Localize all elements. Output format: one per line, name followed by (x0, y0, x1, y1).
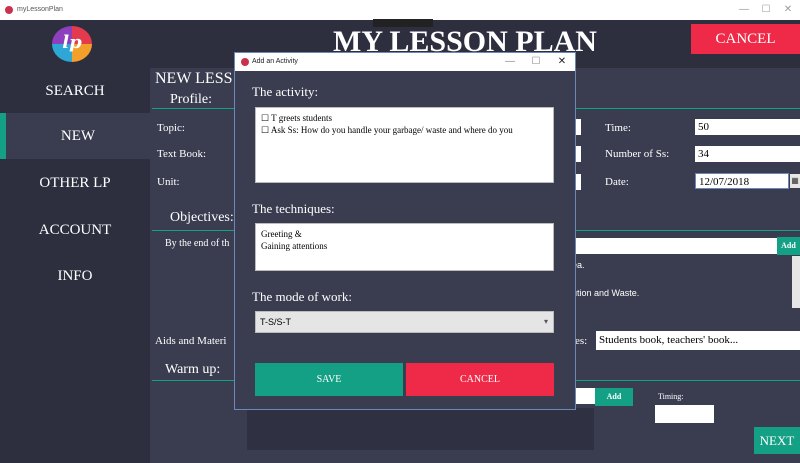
timing-field[interactable] (655, 405, 714, 423)
mode-of-work-value: T-S/S-T (260, 317, 291, 327)
aids-label-suffix: es: (575, 335, 588, 347)
maximize-icon[interactable]: ☐ (756, 3, 776, 17)
mode-of-work-select[interactable]: T-S/S-T ▾ (255, 311, 554, 333)
objectives-list[interactable]: lea. lution and Waste. (570, 256, 792, 308)
topic-label: Topic: (157, 122, 185, 134)
dialog-maximize-icon[interactable]: ☐ (527, 55, 545, 69)
objectives-intro: By the end of th (165, 238, 230, 249)
dialog-minimize-icon[interactable]: — (501, 55, 519, 69)
add-objective-button[interactable]: Add (777, 237, 800, 255)
profile-section-title: Profile: (170, 92, 212, 107)
techniques-label: The techniques: (252, 201, 335, 216)
warmup-section-title: Warm up: (165, 362, 221, 377)
warmup-activity-area[interactable] (247, 408, 594, 450)
objective-input[interactable] (575, 238, 777, 254)
next-button[interactable]: NEXT (754, 427, 800, 454)
objectives-section-title: Objectives: (170, 210, 234, 225)
dialog-title: Add an Activity (252, 58, 298, 65)
dialog-titlebar: Add an Activity — ☐ ✕ (235, 53, 575, 71)
activity-line-1: ☐ T greets students (261, 113, 332, 123)
sidebar-item-search[interactable]: SEARCH (0, 68, 150, 114)
add-activity-dialog: Add an Activity — ☐ ✕ The activity: ☐ T … (234, 52, 576, 410)
add-warmup-button[interactable]: Add (595, 388, 633, 406)
activity-textarea[interactable]: ☐ T greets students ☐ Ask Ss: How do you… (255, 107, 554, 183)
logo-text: lp (62, 32, 82, 53)
objective-item-2: lution and Waste. (570, 288, 640, 298)
dialog-close-icon[interactable]: ✕ (553, 55, 571, 69)
cancel-button[interactable]: CANCEL (691, 24, 800, 54)
sidebar-item-account[interactable]: ACCOUNT (0, 207, 150, 253)
date-field[interactable]: 12/07/2018 (695, 173, 789, 189)
aids-field[interactable]: Students book, teachers' book... (596, 331, 800, 350)
number-of-ss-field[interactable]: 34 (695, 146, 800, 162)
activity-label: The activity: (252, 84, 319, 99)
number-of-ss-label: Number of Ss: (605, 148, 670, 160)
calendar-icon[interactable]: ▦ (790, 174, 800, 188)
window-titlebar: myLessonPlan — ☐ ✕ (0, 0, 800, 20)
dialog-app-icon (241, 58, 249, 66)
activity-line-2: ☐ Ask Ss: How do you handle your garbage… (261, 125, 513, 135)
chevron-down-icon: ▾ (543, 317, 548, 326)
minimize-icon[interactable]: — (734, 3, 754, 17)
aids-label: Aids and Materi (155, 335, 227, 347)
unit-label: Unit: (157, 176, 180, 188)
close-icon[interactable]: ✕ (778, 3, 798, 17)
sidebar-item-info[interactable]: INFO (0, 253, 150, 299)
app-logo-icon: lp (52, 26, 92, 62)
objectives-scrollbar[interactable] (792, 256, 800, 308)
sidebar: SEARCH NEW OTHER LP ACCOUNT INFO (0, 68, 150, 463)
mode-of-work-label: The mode of work: (252, 289, 353, 304)
save-button[interactable]: SAVE (255, 363, 403, 396)
time-field[interactable]: 50 (695, 119, 800, 135)
date-label: Date: (605, 176, 629, 188)
app-icon (5, 6, 13, 14)
techniques-textarea[interactable]: Greeting & Gaining attentions (255, 223, 554, 271)
window-title: myLessonPlan (17, 6, 63, 13)
page-heading: NEW LESS (155, 70, 233, 87)
sidebar-item-new[interactable]: NEW (0, 113, 150, 159)
time-label: Time: (605, 122, 631, 134)
technique-line-2: Gaining attentions (261, 241, 328, 251)
sidebar-item-other-lp[interactable]: OTHER LP (0, 160, 150, 206)
textbook-label: Text Book: (157, 148, 207, 160)
warmup-input[interactable] (575, 388, 595, 404)
technique-line-1: Greeting & (261, 229, 302, 239)
dialog-cancel-button[interactable]: CANCEL (406, 363, 554, 396)
timing-label: Timing: (658, 392, 684, 401)
drag-handle-top[interactable] (373, 19, 433, 27)
